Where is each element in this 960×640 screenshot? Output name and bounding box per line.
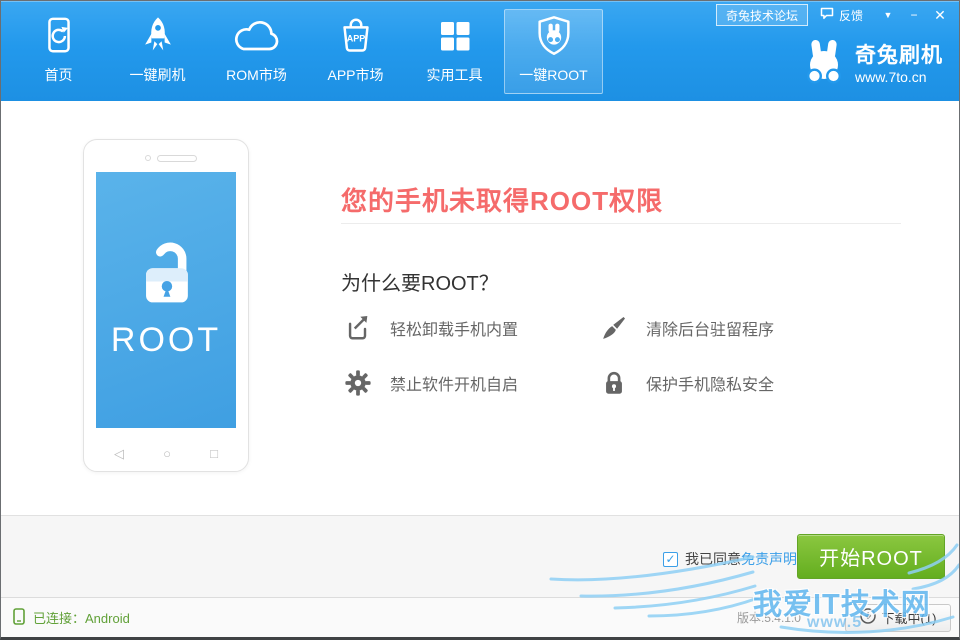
disclaimer-link[interactable]: 免责声明 — [741, 549, 797, 569]
phone-nav-buttons: ◁ ○ □ — [84, 446, 248, 462]
agreement-row: ✓ 我已同意 免责声明 — [663, 549, 797, 569]
uninstall-icon — [344, 314, 372, 342]
app-bag-icon: APP — [335, 10, 377, 62]
connection-text: 已连接：Android — [33, 608, 130, 627]
speech-bubble-icon — [820, 7, 834, 23]
app-icon-text: APP — [346, 33, 365, 43]
feature-privacy: 保护手机隐私安全 — [600, 369, 774, 397]
phone-screen: ROOT — [96, 172, 236, 428]
app-window: 奇兔技术论坛 反馈 ▼ − ✕ 首页 — [0, 0, 960, 640]
nav-label: APP市场 — [327, 65, 383, 85]
gear-icon — [344, 369, 372, 397]
rocket-icon — [137, 10, 179, 62]
rabbit-logo-icon — [802, 39, 846, 90]
titlebar-controls: 奇兔技术论坛 反馈 ▼ − ✕ — [716, 4, 953, 26]
main-nav: 首页 一键刷机 — [9, 9, 603, 94]
download-icon — [860, 608, 876, 627]
feature-clean: 清除后台驻留程序 — [600, 314, 774, 342]
brand-name: 奇兔刷机 — [855, 44, 943, 68]
feature-autostart: 禁止软件开机自启 — [344, 369, 600, 397]
feature-label: 保护手机隐私安全 — [646, 371, 774, 395]
feature-list: 轻松卸载手机内置 清除后台驻留程序 — [344, 314, 774, 397]
feedback-label: 反馈 — [839, 7, 863, 24]
shield-rabbit-icon — [532, 10, 576, 62]
version-text: 版本:5.4.1.0 — [737, 609, 801, 626]
download-progress-button[interactable]: 下载中(1) — [845, 604, 951, 632]
cloud-icon — [231, 10, 283, 62]
nav-item-flash[interactable]: 一键刷机 — [108, 9, 207, 94]
agree-checkbox[interactable]: ✓ — [663, 552, 678, 567]
feature-label: 清除后台驻留程序 — [646, 316, 774, 340]
start-root-button[interactable]: 开始ROOT — [797, 534, 945, 579]
clean-brush-icon — [600, 314, 628, 342]
nav-label: 一键ROOT — [519, 65, 587, 85]
minimize-button[interactable]: − — [901, 4, 927, 26]
nav-label: 首页 — [45, 65, 73, 85]
nav-item-root[interactable]: 一键ROOT — [504, 9, 603, 94]
brand-logo: 奇兔刷机 www.7to.cn — [802, 39, 943, 90]
nav-label: ROM市场 — [226, 65, 287, 85]
nav-item-rom-market[interactable]: ROM市场 — [207, 9, 306, 94]
lock-icon — [600, 369, 628, 397]
download-label: 下载中(1) — [882, 608, 937, 627]
page-title: 您的手机未取得ROOT权限 — [341, 181, 663, 218]
forum-button[interactable]: 奇兔技术论坛 — [716, 4, 808, 26]
dropdown-menu-button[interactable]: ▼ — [875, 4, 901, 26]
phone-connected-icon — [13, 608, 25, 628]
why-root-heading: 为什么要ROOT？ — [341, 267, 499, 296]
menu-glyph: □ — [210, 446, 218, 462]
nav-item-tools[interactable]: 实用工具 — [405, 9, 504, 94]
phone-illustration: ROOT ◁ ○ □ — [83, 139, 249, 472]
connection-status: 已连接：Android — [13, 608, 130, 628]
statusbar-right: 版本:5.4.1.0 下载中(1) — [737, 604, 951, 632]
main-content: ROOT ◁ ○ □ 您的手机未取得ROOT权限 为什么要ROOT？ — [1, 101, 959, 515]
nav-item-app-market[interactable]: APP APP市场 — [306, 9, 405, 94]
feature-label: 轻松卸载手机内置 — [390, 316, 518, 340]
top-navigation-bar: 奇兔技术论坛 反馈 ▼ − ✕ 首页 — [1, 1, 959, 101]
action-footer: ✓ 我已同意 免责声明 开始ROOT — [1, 515, 959, 597]
back-glyph: ◁ — [114, 446, 124, 462]
divider — [341, 223, 901, 224]
feature-label: 禁止软件开机自启 — [390, 371, 518, 395]
phone-camera-dot — [145, 155, 151, 161]
home-glyph: ○ — [163, 446, 171, 462]
nav-label: 实用工具 — [427, 65, 483, 85]
open-lock-icon — [123, 234, 209, 315]
home-refresh-icon — [38, 10, 80, 62]
close-button[interactable]: ✕ — [927, 4, 953, 26]
screen-root-label: ROOT — [111, 321, 221, 360]
phone-earpiece — [157, 155, 197, 162]
nav-label: 一键刷机 — [130, 65, 186, 85]
brand-site: www.7to.cn — [855, 69, 943, 85]
status-bar: 已连接：Android 版本:5.4.1.0 下载中(1) — [1, 597, 959, 637]
feedback-button[interactable]: 反馈 — [808, 4, 875, 26]
agree-label: 我已同意 — [685, 549, 741, 569]
grid-icon — [435, 10, 475, 62]
feature-uninstall: 轻松卸载手机内置 — [344, 314, 600, 342]
nav-item-home[interactable]: 首页 — [9, 9, 108, 94]
